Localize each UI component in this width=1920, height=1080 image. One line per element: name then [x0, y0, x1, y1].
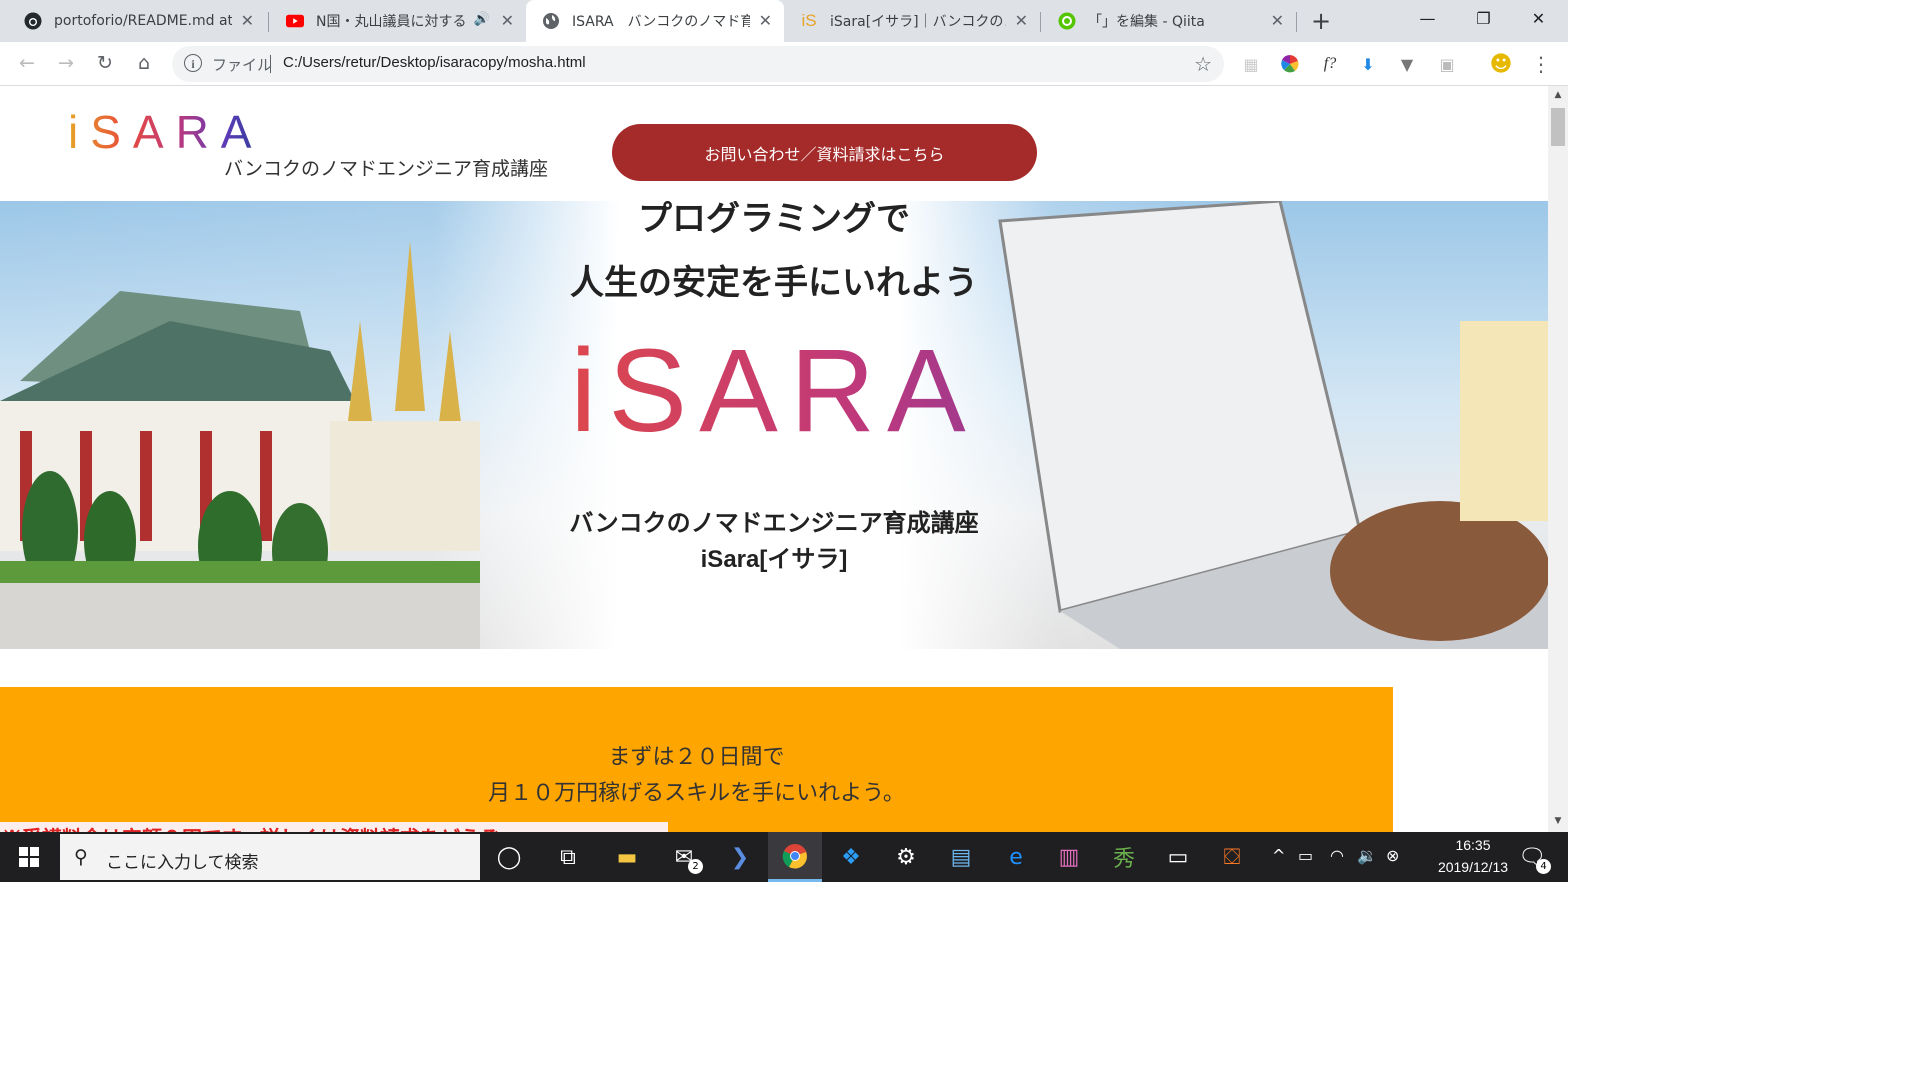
page-viewport: iSARA バンコクのノマドエンジニア育成講座 お問い合わせ／資料請求はこちら: [0, 86, 1548, 832]
extension-pocket-icon[interactable]: ▣: [1436, 53, 1458, 75]
fee-notice-text: ※受講料金は定額０円です。詳しくは資料請求をどうぞ: [2, 822, 500, 832]
volume-icon[interactable]: 🔉: [1357, 846, 1377, 865]
extension-avatar-icon[interactable]: ☻: [1490, 52, 1513, 77]
tab-youtube[interactable]: N国・丸山議員に対する 🔊 ✕: [270, 0, 526, 42]
scroll-up-arrow-icon[interactable]: ▲: [1548, 90, 1568, 106]
terminal-icon[interactable]: ▭: [1151, 832, 1205, 882]
isara-icon: iS: [801, 11, 817, 30]
tab-title: iSara[イサラ]｜バンコクのノマド: [830, 14, 1006, 30]
scrollbar-thumb[interactable]: [1551, 108, 1565, 146]
search-placeholder: ここに入力して検索: [106, 853, 259, 872]
tab-title: portoforio/README.md at m: [54, 13, 232, 29]
hidemaru-editor-icon[interactable]: 秀: [1097, 832, 1151, 882]
extension-download-icon[interactable]: ⬇: [1357, 53, 1379, 75]
battery-icon[interactable]: ▭: [1298, 846, 1313, 865]
tab-isara-active[interactable]: ISARA バンコクのノマド育成 ✕: [526, 0, 784, 42]
extension-vimium-icon[interactable]: ▼: [1396, 53, 1418, 75]
close-icon[interactable]: ✕: [501, 11, 514, 30]
new-tab-button[interactable]: +: [1306, 8, 1336, 34]
bookmark-star-icon[interactable]: ☆: [1194, 52, 1212, 76]
browser-toolbar: ← → ↻ ⌂ i ファイル C:/Users/retur/Desktop/is…: [0, 42, 1568, 86]
mail-badge: 2: [688, 859, 703, 874]
globe-icon: [542, 12, 560, 30]
tab-title: ISARA バンコクのノマド育成: [572, 14, 750, 30]
windows-taskbar: ⚲ ここに入力して検索 ◯ ⧉ ▬ ✉ 2 ❯ ❖ ⚙ ▤ e ▥ 秀 ▭ ⛋ ^…: [0, 832, 1568, 882]
info-icon[interactable]: i: [184, 54, 202, 72]
browser-menu-icon[interactable]: ⋮: [1530, 52, 1552, 76]
task-view-icon[interactable]: ⧉: [541, 832, 595, 882]
start-button[interactable]: [0, 832, 58, 882]
hero-banner: プログラミングで 人生の安定を手にいれよう iSARA バンコクのノマドエンジニ…: [0, 201, 1548, 649]
back-button[interactable]: ←: [12, 48, 42, 78]
tab-title: 「」を編集 - Qiita: [1088, 14, 1205, 30]
app-window-icon[interactable]: ▤: [934, 832, 988, 882]
tab-isara-site[interactable]: iS iSara[イサラ]｜バンコクのノマド ✕: [784, 0, 1040, 42]
extension-grid-icon[interactable]: ▦: [1240, 53, 1262, 75]
qiita-icon: [1058, 12, 1076, 30]
hero-subtitle: バンコクのノマドエンジニア育成講座: [569, 510, 979, 537]
powershell-icon[interactable]: ❯: [713, 832, 767, 882]
window-close-button[interactable]: ✕: [1511, 0, 1566, 36]
home-button[interactable]: ⌂: [129, 48, 159, 78]
xampp-icon[interactable]: ⛋: [1205, 832, 1259, 882]
url-text[interactable]: C:/Users/retur/Desktop/isaracopy/mosha.h…: [283, 54, 586, 71]
notification-center-icon[interactable]: 🗨 4: [1505, 832, 1559, 882]
cortana-icon[interactable]: ◯: [482, 832, 536, 882]
maximize-button[interactable]: ❐: [1456, 0, 1511, 36]
tab-separator: [1040, 12, 1041, 32]
tab-separator: [1296, 12, 1297, 32]
contact-cta-button[interactable]: お問い合わせ／資料請求はこちら: [612, 124, 1037, 181]
promo-section: まずは２０日間で 月１０万円稼げるスキルを手にいれよう。: [0, 687, 1393, 832]
scroll-down-arrow-icon[interactable]: ▼: [1548, 816, 1568, 832]
windows-logo-icon: [19, 847, 39, 867]
tab-separator: [268, 12, 269, 32]
tab-github[interactable]: portoforio/README.md at m ✕: [8, 0, 266, 42]
close-icon[interactable]: ✕: [759, 11, 772, 30]
extension-colorwheel-icon[interactable]: [1279, 53, 1301, 75]
fee-notice: ※受講料金は定額０円です。詳しくは資料請求をどうぞ: [0, 822, 668, 832]
search-icon: ⚲: [74, 846, 88, 868]
edge-icon[interactable]: e: [989, 832, 1043, 882]
speaker-icon[interactable]: 🔊: [474, 12, 490, 27]
tab-qiita[interactable]: 「」を編集 - Qiita ✕: [1042, 0, 1296, 42]
forward-button[interactable]: →: [51, 48, 81, 78]
notepad-icon[interactable]: ▥: [1042, 832, 1096, 882]
extension-font-icon[interactable]: f?: [1316, 53, 1344, 75]
address-bar[interactable]: i ファイル C:/Users/retur/Desktop/isaracopy/…: [172, 46, 1224, 82]
mail-icon[interactable]: ✉ 2: [657, 832, 711, 882]
hero-logo: iSARA: [0, 326, 1548, 456]
close-icon[interactable]: ✕: [1015, 11, 1028, 30]
tab-title: N国・丸山議員に対する: [316, 14, 466, 30]
hero-headline-1: プログラミングで: [638, 201, 910, 238]
site-subtitle: バンコクのノマドエンジニア育成講座: [224, 159, 548, 180]
taskbar-search-box[interactable]: ⚲ ここに入力して検索: [60, 834, 480, 880]
wifi-icon[interactable]: ◠: [1330, 846, 1344, 865]
hero-headline-2: 人生の安定を手にいれよう: [570, 264, 978, 302]
minimize-button[interactable]: —: [1400, 0, 1455, 36]
site-logo[interactable]: iSARA: [68, 106, 263, 158]
chrome-icon[interactable]: [768, 832, 822, 882]
tab-strip: portoforio/README.md at m ✕ N国・丸山議員に対する …: [0, 0, 1568, 42]
hero-brand-name: iSara[イサラ]: [700, 546, 848, 573]
github-icon: [24, 12, 42, 30]
url-scheme-label: ファイル: [212, 56, 273, 74]
close-icon[interactable]: ✕: [241, 11, 254, 30]
promo-text-1: まずは２０日間で: [608, 744, 785, 769]
close-icon[interactable]: ✕: [1271, 11, 1284, 30]
settings-gear-icon[interactable]: ⚙: [879, 832, 933, 882]
notification-badge: 4: [1536, 859, 1551, 874]
page-scrollbar[interactable]: ▲ ▼: [1548, 86, 1568, 832]
promo-text-2: 月１０万円稼げるスキルを手にいれよう。: [488, 780, 905, 805]
divider: [270, 55, 271, 73]
tray-chevron-icon[interactable]: ^: [1272, 846, 1285, 865]
vscode-icon[interactable]: ❖: [824, 832, 878, 882]
file-explorer-icon[interactable]: ▬: [600, 832, 654, 882]
youtube-icon: [286, 12, 304, 30]
reload-button[interactable]: ↻: [90, 48, 120, 78]
network-offline-icon[interactable]: ⊗: [1386, 846, 1399, 865]
